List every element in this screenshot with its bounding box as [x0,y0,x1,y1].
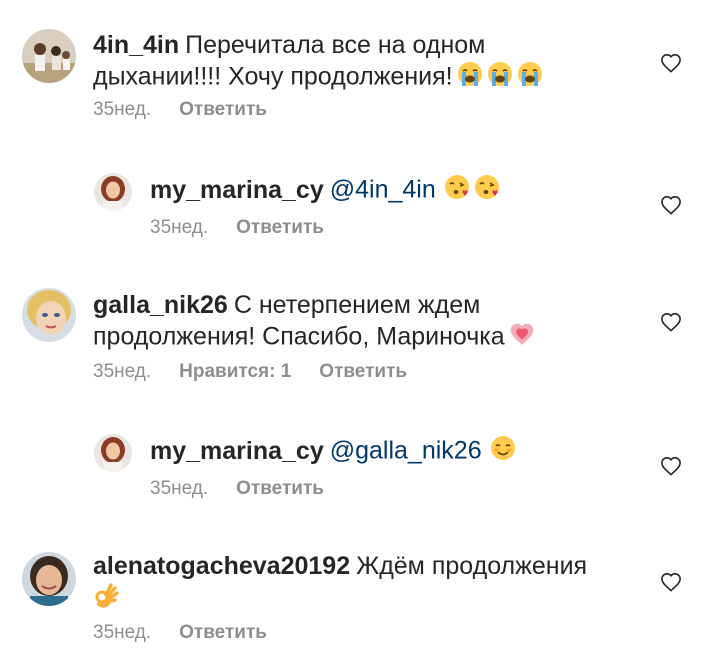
comment-timestamp: 35нед. [93,361,152,382]
comment-text: my_marina_cy @galla_nik26 [150,435,570,469]
reply-button[interactable]: Ответить [179,622,267,644]
like-heart-icon[interactable] [660,312,682,332]
comment-meta: 35нед. Ответить [150,217,324,239]
loudly-crying-face-icon [457,61,483,95]
likes-count[interactable]: Нравится: 1 [179,361,291,383]
avatar-alenatogacheva20192[interactable] [22,552,76,606]
comment-timestamp: 35нед. [150,478,209,499]
reply-button[interactable]: Ответить [179,99,267,121]
comment-username[interactable]: 4in_4in [93,31,179,59]
comment-timestamp: 35нед. [150,217,209,238]
comment-meta: 35нед. Ответить [93,622,267,644]
like-heart-icon[interactable] [660,53,682,73]
like-heart-icon[interactable] [660,456,682,476]
mention-link[interactable]: @galla_nik26 [330,437,482,465]
comment-meta: 35нед. Ответить [93,99,267,121]
comment-text: alenatogacheva20192 Ждём продолжения [93,551,613,616]
avatar-my_marina_cy[interactable] [94,173,132,211]
comment-username[interactable]: galla_nik26 [93,291,228,319]
comment-username[interactable]: alenatogacheva20192 [93,552,350,580]
comment-text: galla_nik26 С нетерпением ждем продолжени… [93,290,573,355]
comment-timestamp: 35нед. [93,622,152,643]
smiling-face-icon [490,435,516,469]
reply-button[interactable]: Ответить [319,361,407,383]
ok-hand-icon [93,582,119,616]
face-blowing-kiss-icon [444,174,470,208]
avatar-galla_nik26[interactable] [22,288,76,342]
reply-button[interactable]: Ответить [236,478,324,500]
reply-button[interactable]: Ответить [236,217,324,239]
like-heart-icon[interactable] [660,572,682,592]
mention-link[interactable]: @4in_4in [330,176,436,204]
comment-username[interactable]: my_marina_cy [150,176,324,204]
comment-meta: 35нед. Нравится: 1 Ответить [93,361,407,383]
face-blowing-kiss-icon [474,174,500,208]
comment-text: my_marina_cy @4in_4in [150,174,570,208]
loudly-crying-face-icon [517,61,543,95]
comment-timestamp: 35нед. [93,99,152,120]
like-heart-icon[interactable] [660,195,682,215]
loudly-crying-face-icon [487,61,513,95]
comment-body: Ждём продолжения [356,552,588,580]
comment-text: 4in_4in Перечитала все на одном дыхании!!… [93,30,573,95]
comment-username[interactable]: my_marina_cy [150,437,324,465]
growing-heart-icon [509,321,535,355]
avatar-4in_4in[interactable] [22,29,76,83]
avatar-my_marina_cy[interactable] [94,434,132,472]
comment-meta: 35нед. Ответить [150,478,324,500]
